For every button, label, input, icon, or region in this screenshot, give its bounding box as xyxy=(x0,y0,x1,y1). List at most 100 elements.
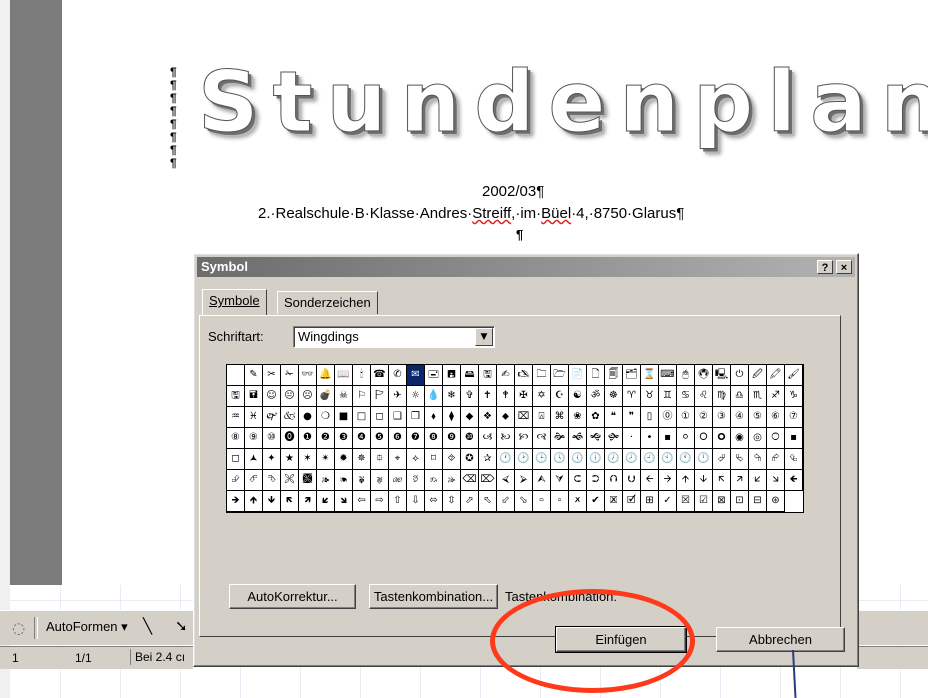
dialog-titlebar[interactable]: Symbol ? × xyxy=(197,257,855,277)
symbol-cell[interactable]: ☒ xyxy=(677,491,695,512)
symbol-cell[interactable]: ✶ xyxy=(299,449,317,470)
symbol-cell[interactable]: ✁ xyxy=(281,365,299,386)
symbol-cell[interactable]: 🕑 xyxy=(515,449,533,470)
symbol-cell[interactable]: ❷ xyxy=(317,428,335,449)
symbol-cell[interactable]: ॐ xyxy=(587,386,605,407)
symbol-cell[interactable]: 🢭 xyxy=(551,491,569,512)
symbol-cell[interactable]: 🗷 xyxy=(605,491,623,512)
symbol-cell[interactable]: 🙝 xyxy=(587,428,605,449)
symbol-cell[interactable]: 🗁 xyxy=(551,365,569,386)
symbol-cell[interactable]: ❍ xyxy=(317,407,335,428)
symbol-cell[interactable]: ◎ xyxy=(749,428,767,449)
symbol-cell[interactable]: 🡹 xyxy=(245,491,263,512)
symbol-cell[interactable]: ❽ xyxy=(425,428,443,449)
symbol-cell[interactable]: ❀ xyxy=(569,407,587,428)
symbol-cell[interactable]: 🖲 xyxy=(695,365,713,386)
symbol-cell[interactable]: ⬧ xyxy=(425,407,443,428)
symbol-cell[interactable]: ✓ xyxy=(659,491,677,512)
symbol-cell[interactable]: ✵ xyxy=(353,449,371,470)
symbol-cell[interactable]: 🗹 xyxy=(623,491,641,512)
symbol-cell[interactable]: ⯑ xyxy=(443,449,461,470)
symbol-cell[interactable]: ⬥ xyxy=(497,407,515,428)
symbol-cell[interactable]: ✈ xyxy=(389,386,407,407)
symbol-cell[interactable]: 🙰 xyxy=(263,407,281,428)
symbol-cell[interactable]: ⌨ xyxy=(659,365,677,386)
symbol-cell[interactable]: 🡽 xyxy=(299,491,317,512)
symbol-cell[interactable]: ✡ xyxy=(533,386,551,407)
symbol-cell[interactable]: 🗂 xyxy=(623,365,641,386)
draw-menu-icon[interactable]: ◌ xyxy=(12,619,25,637)
symbol-cell[interactable]: ■ xyxy=(335,407,353,428)
symbol-cell[interactable]: ⮵ xyxy=(227,470,245,491)
symbol-cell[interactable]: ⮴ xyxy=(785,449,803,470)
symbol-cell[interactable]: ♊ xyxy=(659,386,677,407)
symbol-cell[interactable]: ⚐ xyxy=(353,386,371,407)
symbol-cell[interactable]: ⇧ xyxy=(389,491,407,512)
symbol-cell[interactable]: ⇩ xyxy=(407,491,425,512)
symbol-cell[interactable]: ⮱ xyxy=(731,449,749,470)
symbol-cell[interactable]: ❝ xyxy=(605,407,623,428)
symbol-cell[interactable]: ☸ xyxy=(605,386,623,407)
symbol-cell[interactable]: ⚪ xyxy=(677,428,695,449)
symbol-cell[interactable]: 🖴 xyxy=(461,365,479,386)
symbol-cell[interactable]: ② xyxy=(695,407,713,428)
symbol-cell[interactable]: 🡿 xyxy=(317,491,335,512)
symbol-cell[interactable]: ⮚ xyxy=(515,470,533,491)
symbol-cell[interactable]: ⇦ xyxy=(353,491,371,512)
symbol-cell[interactable]: ☎ xyxy=(371,365,389,386)
symbol-cell[interactable]: ⮳ xyxy=(767,449,785,470)
symbol-cell[interactable]: ⌫ xyxy=(461,470,479,491)
autoformen-menu[interactable]: AutoFormen ▾ xyxy=(46,619,128,635)
symbol-cell[interactable]: ❸ xyxy=(335,428,353,449)
symbol-cell[interactable]: ✹ xyxy=(335,449,353,470)
symbol-cell[interactable]: ❒ xyxy=(407,407,425,428)
symbol-cell[interactable]: ⮛ xyxy=(551,470,569,491)
symbol-cell[interactable]: 🕒 xyxy=(533,449,551,470)
symbol-cell[interactable]: 👓 xyxy=(299,365,317,386)
symbol-cell[interactable]: ✰ xyxy=(479,449,497,470)
symbol-cell[interactable]: ⇨ xyxy=(371,491,389,512)
symbol-cell[interactable]: 😐 xyxy=(281,386,299,407)
symbol-cell[interactable]: ☼ xyxy=(407,386,425,407)
symbol-cell[interactable]: ⮷ xyxy=(263,470,281,491)
symbol-cell[interactable]: ⬁ xyxy=(479,491,497,512)
tastenkombination-button[interactable]: Tastenkombination... xyxy=(369,584,498,609)
symbol-cell[interactable]: 🏱 xyxy=(371,386,389,407)
symbol-cell[interactable]: ◻ xyxy=(371,407,389,428)
help-button[interactable]: ? xyxy=(817,260,833,274)
symbol-cell[interactable]: 🞅 xyxy=(767,428,785,449)
symbol-cell[interactable]: ✍ xyxy=(497,365,515,386)
symbol-cell[interactable]: ☠ xyxy=(335,386,353,407)
symbol-cell[interactable]: ⬀ xyxy=(461,491,479,512)
symbol-cell[interactable]: 🞆 xyxy=(695,428,713,449)
symbol-cell[interactable]: ⮊ xyxy=(587,470,605,491)
symbol-cell[interactable]: ⌦ xyxy=(479,470,497,491)
symbol-cell[interactable]: 🕛 xyxy=(695,449,713,470)
symbol-cell[interactable]: ✞ xyxy=(461,386,479,407)
symbol-cell[interactable]: 🙟 xyxy=(605,428,623,449)
symbol-cell[interactable]: 🗀 xyxy=(533,365,551,386)
symbol-cell[interactable]: ♒ xyxy=(227,407,245,428)
symbol-cell[interactable]: 🕗 xyxy=(623,449,641,470)
symbol-cell[interactable]: ❖ xyxy=(479,407,497,428)
symbol-cell[interactable]: ♐ xyxy=(767,386,785,407)
symbol-cell[interactable]: ✿ xyxy=(587,407,605,428)
symbol-cell[interactable]: 🖫 xyxy=(479,365,497,386)
symbol-cell[interactable]: ◆ xyxy=(461,407,479,428)
symbol-cell[interactable]: ● xyxy=(299,407,317,428)
tab-sonderzeichen[interactable]: Sonderzeichen xyxy=(277,291,378,314)
symbol-cell[interactable]: ⊟ xyxy=(749,491,767,512)
symbol-cell[interactable]: 🡨 xyxy=(641,470,659,491)
symbol-cell[interactable]: 🖱 xyxy=(677,365,695,386)
symbol-cell[interactable]: ⍓ xyxy=(533,407,551,428)
symbol-cell[interactable]: 🙞 xyxy=(551,428,569,449)
symbol-cell[interactable]: 🡺 xyxy=(227,491,245,512)
symbol-cell[interactable]: 🕕 xyxy=(587,449,605,470)
symbol-cell[interactable]: ✝ xyxy=(479,386,497,407)
symbol-cell[interactable]: ♍ xyxy=(713,386,731,407)
symbol-cell[interactable]: 🙫 xyxy=(299,470,317,491)
symbol-cell[interactable]: ⌧ xyxy=(515,407,533,428)
symbol-cell[interactable]: 🙣 xyxy=(533,428,551,449)
chevron-down-icon[interactable]: ▼ xyxy=(475,328,493,346)
symbol-cell[interactable]: ⌘ xyxy=(551,407,569,428)
